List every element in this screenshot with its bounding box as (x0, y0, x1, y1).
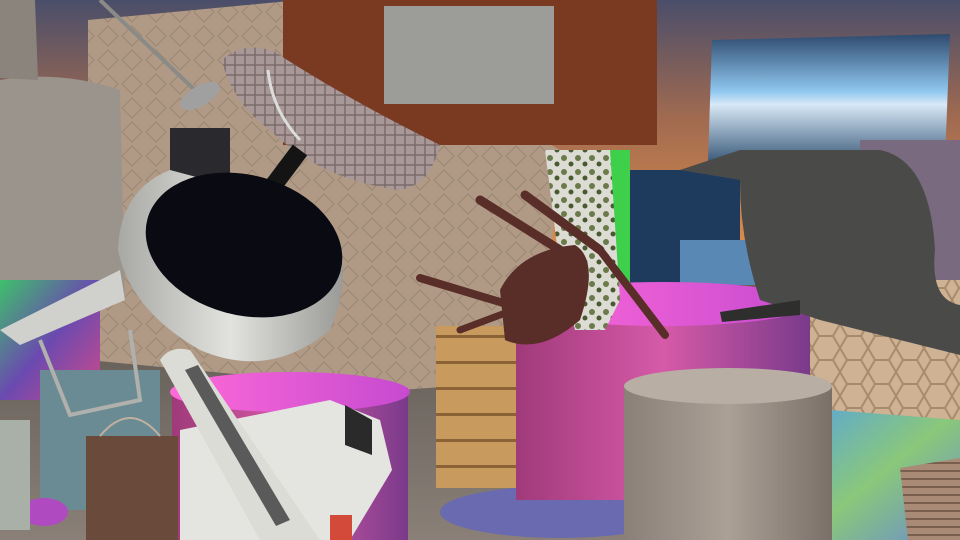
wooden-shutter-box (900, 458, 960, 540)
gray-cylinder-top (624, 368, 832, 404)
picture-frame-canvas (384, 6, 554, 104)
silver-tube (0, 420, 30, 530)
gray-block-top-left (0, 0, 38, 80)
beige-cylinder-left (0, 76, 125, 301)
wooden-crate (436, 326, 518, 488)
paper-shopping-bag (86, 436, 178, 540)
render-scene (0, 0, 960, 540)
gray-cylinder-right (624, 384, 832, 540)
van-tail-light (330, 515, 352, 540)
